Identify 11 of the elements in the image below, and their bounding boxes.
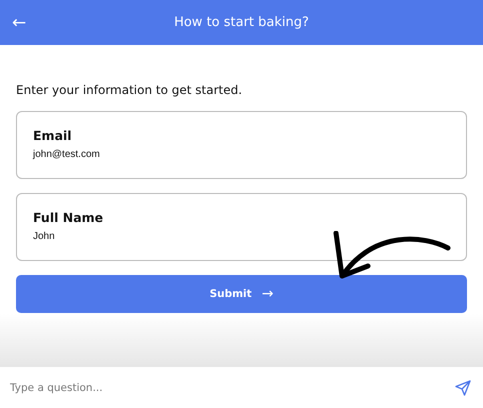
- submit-button[interactable]: Submit →: [16, 275, 467, 313]
- send-icon[interactable]: [455, 380, 471, 396]
- input-field[interactable]: Full Name John: [16, 193, 467, 261]
- field-value: john@test.com: [33, 149, 101, 160]
- intro-text: Enter your information to get started.: [16, 83, 244, 97]
- field-label: Full Name: [33, 210, 104, 225]
- input-field[interactable]: Email john@test.com: [16, 111, 467, 179]
- field-value: John: [33, 231, 56, 242]
- field-label: Email: [33, 128, 73, 143]
- page-title: How to start baking?: [174, 15, 309, 30]
- back-button[interactable]: ←: [12, 12, 26, 32]
